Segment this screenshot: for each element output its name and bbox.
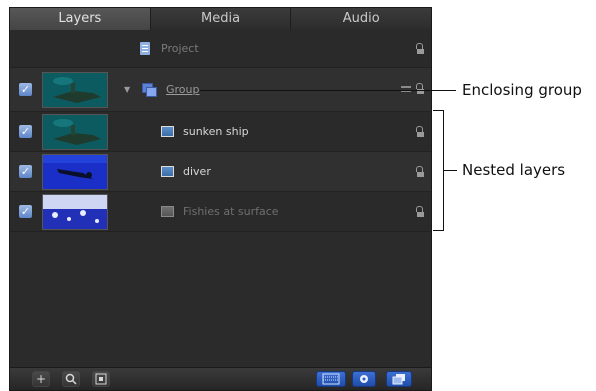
group-checkbox[interactable]: ✓ — [19, 83, 32, 96]
nested-layers-annotation: Nested layers — [462, 161, 566, 179]
bracket-top — [433, 110, 443, 111]
lock-icon[interactable] — [416, 166, 424, 178]
layer-checkbox[interactable]: ✓ — [19, 125, 32, 138]
enclosing-group-annotation: Enclosing group — [462, 81, 582, 99]
layer-row-diver[interactable]: ✓ diver — [10, 152, 431, 192]
gear-icon — [360, 375, 368, 383]
add-icon: + — [35, 372, 47, 386]
add-button[interactable]: + — [32, 371, 50, 387]
frame-icon — [95, 373, 107, 385]
disclosure-triangle-icon[interactable]: ▼ — [124, 85, 130, 94]
layer-checkbox[interactable]: ✓ — [19, 205, 32, 218]
sunken-ship-image — [43, 73, 107, 107]
group-label[interactable]: Group — [166, 83, 200, 96]
document-icon — [140, 42, 150, 55]
thumbnail-view-icon — [322, 373, 340, 385]
tab-media[interactable]: Media — [150, 8, 292, 30]
search-button[interactable] — [62, 371, 80, 387]
lock-icon[interactable] — [416, 83, 424, 95]
tab-bar: Layers Media Audio — [10, 8, 432, 30]
layer-row-fishies[interactable]: ✓ Fishies at surface — [10, 192, 431, 232]
layer-thumbnail — [42, 194, 108, 230]
group-thumbnail — [42, 72, 108, 108]
frame-button[interactable] — [92, 371, 110, 387]
layers-view-button[interactable] — [386, 371, 412, 387]
group-icon — [142, 83, 157, 97]
layer-label[interactable]: sunken ship — [183, 125, 249, 138]
tab-audio[interactable]: Audio — [291, 8, 432, 30]
nested-callout-line — [443, 170, 457, 171]
fishies-image — [43, 195, 107, 229]
search-icon — [65, 373, 77, 385]
project-row[interactable]: Project — [10, 30, 431, 68]
layers-view-icon — [392, 374, 405, 385]
layers-panel: Layers Media Audio Project ✓ ▼ Group ✓ s… — [9, 7, 432, 391]
layer-label[interactable]: Fishies at surface — [183, 205, 279, 218]
tab-layers[interactable]: Layers — [10, 8, 151, 30]
layer-thumbnail — [42, 114, 108, 150]
layer-thumbnail — [42, 154, 108, 190]
layer-checkbox[interactable]: ✓ — [19, 165, 32, 178]
settings-button[interactable] — [352, 371, 376, 387]
lock-icon[interactable] — [416, 126, 424, 138]
project-label: Project — [161, 42, 199, 55]
sunken-ship-image — [43, 115, 107, 149]
image-icon — [161, 126, 174, 137]
enclosing-callout-line — [200, 90, 456, 91]
image-icon — [161, 166, 174, 177]
image-icon — [161, 206, 174, 217]
diver-image — [43, 155, 107, 189]
thumbnail-view-button[interactable] — [316, 371, 346, 387]
bottom-toolbar: + — [10, 367, 431, 390]
bracket-bottom — [433, 230, 443, 231]
lock-icon[interactable] — [416, 43, 424, 55]
empty-list-area[interactable] — [10, 232, 431, 368]
layer-label[interactable]: diver — [183, 165, 211, 178]
layer-row-sunken-ship[interactable]: ✓ sunken ship — [10, 112, 431, 152]
lock-icon[interactable] — [416, 206, 424, 218]
